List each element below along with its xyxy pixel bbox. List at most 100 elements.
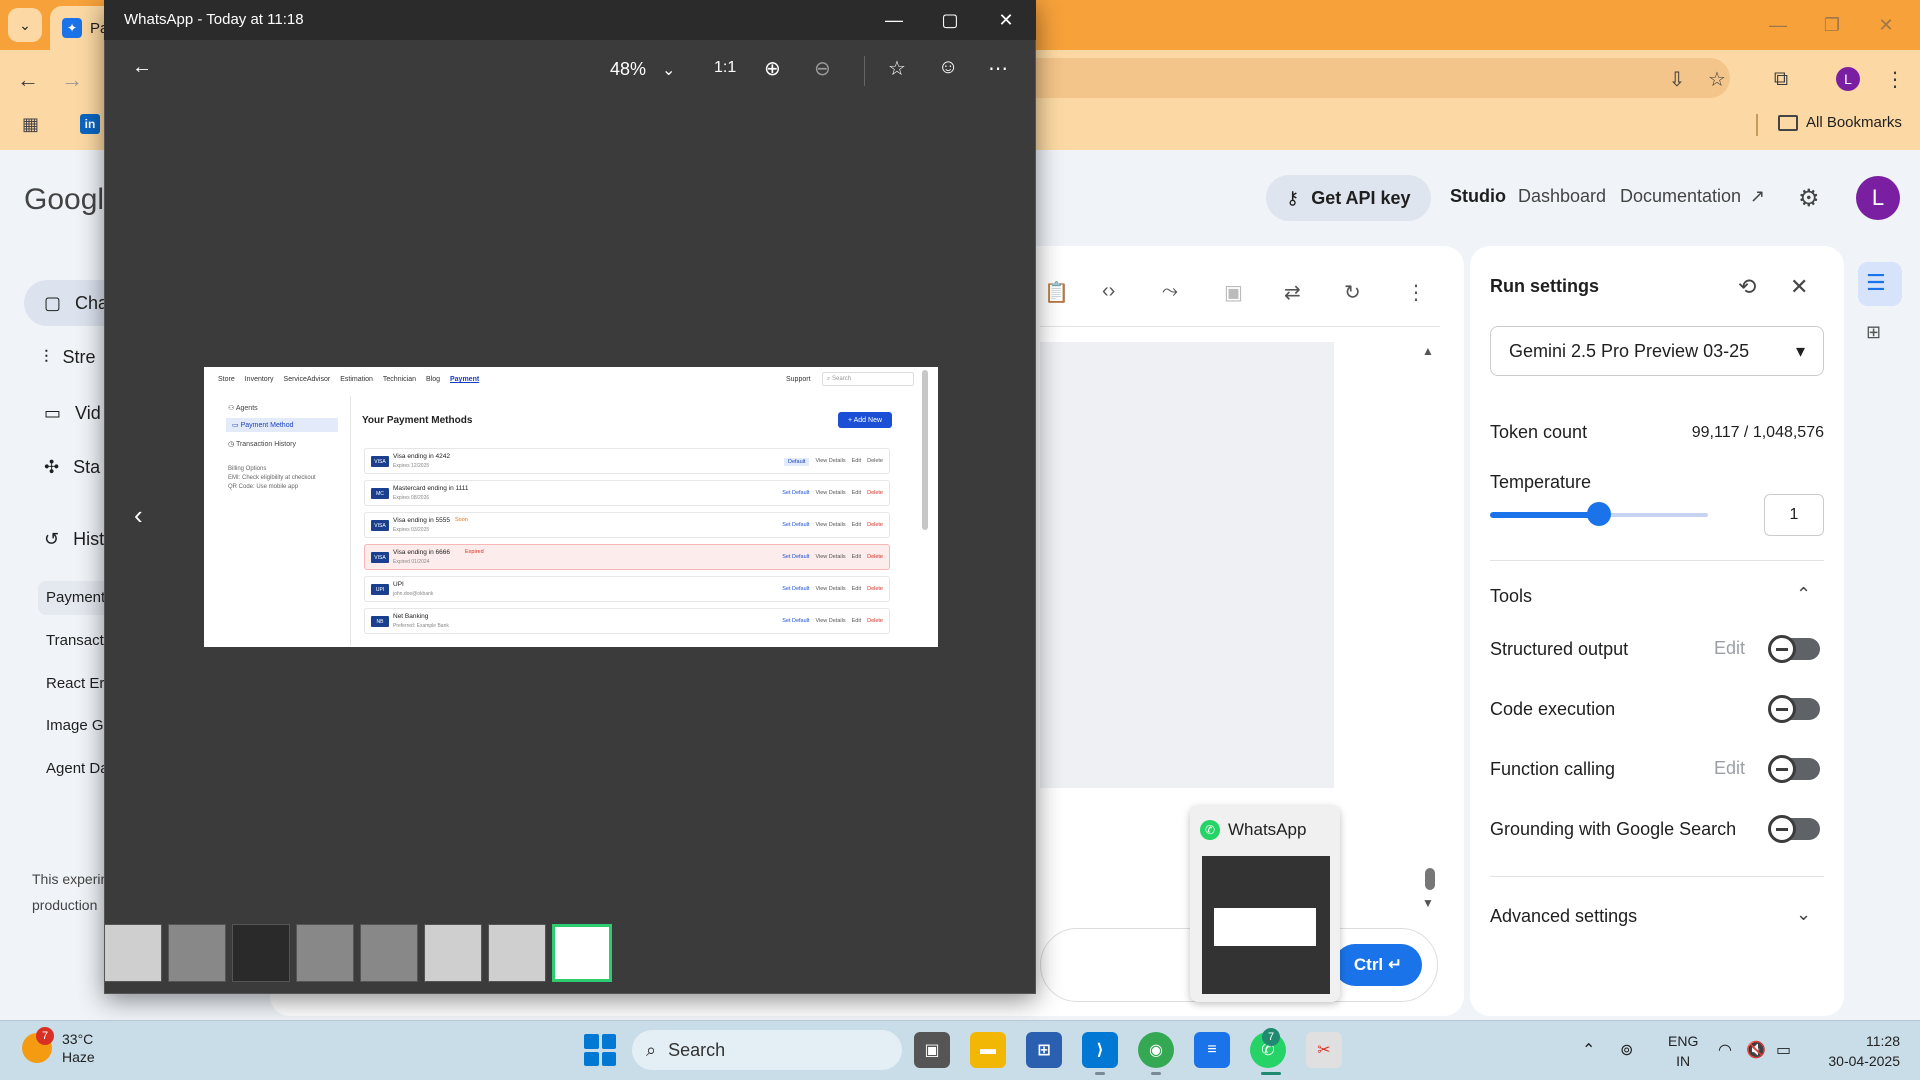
refresh-icon[interactable]: ↻ <box>1344 280 1361 305</box>
notepad-icon[interactable]: ≡ <box>1194 1032 1230 1068</box>
vscode-running-indicator <box>1095 1072 1105 1075</box>
close-icon[interactable]: ✕ <box>1790 274 1808 300</box>
more-menu-icon[interactable]: ⋮ <box>1880 64 1910 94</box>
apps-grid-icon[interactable]: ▦ <box>22 114 39 135</box>
sidebar-item-stream[interactable]: ⫶ Stre <box>44 334 96 380</box>
gear-icon[interactable]: ⚙ <box>1798 184 1820 213</box>
compare-layout-icon[interactable]: ⊞ <box>1866 322 1881 343</box>
share-icon[interactable]: ⤳ <box>1162 280 1178 303</box>
chrome-icon[interactable]: ◉ <box>1138 1032 1174 1068</box>
film-thumbnail[interactable] <box>360 924 418 982</box>
scroll-down-arrow-icon[interactable]: ▼ <box>1422 896 1434 910</box>
function-calling-edit-button[interactable]: Edit <box>1714 758 1745 779</box>
all-bookmarks-button[interactable]: All Bookmarks <box>1778 114 1902 131</box>
tab-search-button[interactable]: ⌄ <box>8 8 42 42</box>
compare-icon[interactable]: ⇄ <box>1284 280 1301 305</box>
card-name: Mastercard ending in 1111 <box>393 485 469 492</box>
code-icon[interactable]: ‹› <box>1102 280 1115 303</box>
zoom-out-icon[interactable]: ⊖ <box>814 56 831 81</box>
film-thumbnail[interactable] <box>168 924 226 982</box>
grounding-toggle[interactable] <box>1768 815 1820 843</box>
network-status-icon[interactable]: ⊚ <box>1620 1040 1633 1060</box>
weather-widget[interactable]: 7 33°C Haze <box>22 1027 95 1066</box>
viewer-close-button[interactable]: ✕ <box>986 6 1026 34</box>
nav-documentation[interactable]: Documentation <box>1620 186 1741 207</box>
google-logo[interactable]: Googl <box>24 183 104 217</box>
film-thumbnail[interactable] <box>488 924 546 982</box>
viewer-more-icon[interactable]: ⋯ <box>988 56 1008 81</box>
language-indicator[interactable]: ENG IN <box>1668 1031 1698 1071</box>
profile-avatar[interactable]: L <box>1836 67 1860 91</box>
function-calling-toggle[interactable] <box>1768 755 1820 783</box>
temperature-slider-fill <box>1490 512 1598 518</box>
nav-dashboard[interactable]: Dashboard <box>1518 186 1606 207</box>
zoom-dropdown-icon[interactable]: ⌄ <box>662 60 675 80</box>
advanced-settings-toggle[interactable]: Advanced settings <box>1490 906 1637 927</box>
history-item-transact[interactable]: Transact <box>46 632 104 649</box>
history-item-agent[interactable]: Agent Da <box>46 760 109 777</box>
history-item-image[interactable]: Image G <box>46 717 104 734</box>
user-avatar[interactable]: L <box>1856 176 1900 220</box>
sidebar-item-history[interactable]: ↺ Hist <box>44 516 104 562</box>
structured-output-toggle[interactable] <box>1768 635 1820 663</box>
model-selector[interactable]: Gemini 2.5 Pro Preview 03-25 ▾ <box>1490 326 1824 376</box>
microsoft-store-icon[interactable]: ⊞ <box>1026 1032 1062 1068</box>
wifi-icon[interactable]: ◠ <box>1718 1040 1732 1060</box>
close-button[interactable]: ✕ <box>1866 10 1906 40</box>
scroll-up-arrow-icon[interactable]: ▲ <box>1422 344 1434 358</box>
taskbar-search[interactable]: ⌕ Search <box>632 1030 902 1070</box>
clipboard-icon[interactable]: 📋 <box>1044 280 1069 305</box>
viewer-minimize-button[interactable]: — <box>874 6 914 34</box>
snipping-tool-icon[interactable]: ✂ <box>1306 1032 1342 1068</box>
viewer-back-icon[interactable]: ← <box>132 56 152 79</box>
extensions-icon[interactable]: ⧉ <box>1766 64 1796 94</box>
viewer-maximize-button[interactable]: ▢ <box>930 6 970 34</box>
vscode-icon[interactable]: ⟩ <box>1082 1032 1118 1068</box>
tune-icon[interactable]: ☰ <box>1866 270 1886 296</box>
favorite-star-icon[interactable]: ☆ <box>888 56 906 81</box>
film-thumbnail[interactable] <box>104 924 162 982</box>
whatsapp-preview-thumbnail-content <box>1214 908 1316 946</box>
temperature-input[interactable]: 1 <box>1764 494 1824 536</box>
reset-settings-icon[interactable]: ⟲ <box>1738 274 1756 300</box>
code-execution-toggle[interactable] <box>1768 695 1820 723</box>
film-thumbnail-selected[interactable] <box>552 924 612 982</box>
film-thumbnail[interactable] <box>232 924 290 982</box>
install-app-icon[interactable]: ⇩ <box>1662 64 1692 94</box>
minimize-button[interactable]: — <box>1758 10 1798 40</box>
sidebar-item-starter-apps[interactable]: ✣ Sta <box>44 444 100 490</box>
previous-image-icon[interactable]: ‹ <box>134 500 143 531</box>
get-api-key-button[interactable]: ⚷ Get API key <box>1266 175 1431 221</box>
linkedin-bookmark-icon[interactable]: in <box>80 114 100 134</box>
run-button[interactable]: Ctrl ↵ <box>1334 944 1422 986</box>
start-button[interactable] <box>584 1034 616 1066</box>
film-thumbnail[interactable] <box>296 924 354 982</box>
structured-output-edit-button[interactable]: Edit <box>1714 638 1745 659</box>
film-thumbnail[interactable] <box>424 924 482 982</box>
tools-label[interactable]: Tools <box>1490 586 1532 607</box>
show-hidden-icons-icon[interactable]: ⌃ <box>1582 1040 1595 1060</box>
bookmark-star-icon[interactable]: ☆ <box>1702 64 1732 94</box>
chevron-down-icon[interactable]: ⌄ <box>1796 904 1811 925</box>
temperature-slider-thumb[interactable] <box>1587 502 1611 526</box>
task-view-icon[interactable]: ▣ <box>914 1032 950 1068</box>
maximize-button[interactable]: ❐ <box>1812 10 1852 40</box>
inner-billing-title: Billing Options <box>228 466 267 472</box>
emoji-icon[interactable]: ☺ <box>938 56 958 79</box>
history-item-react[interactable]: React Er <box>46 675 104 692</box>
chat-scrollbar[interactable] <box>1425 868 1435 890</box>
sidebar-item-video[interactable]: ▭ Vid <box>44 390 101 436</box>
forward-button[interactable]: → <box>56 64 88 96</box>
chevron-up-icon[interactable]: ⌃ <box>1796 584 1811 605</box>
volume-muted-icon[interactable]: 🔇 <box>1746 1040 1766 1060</box>
file-explorer-icon[interactable]: ▬ <box>970 1032 1006 1068</box>
system-clock[interactable]: 11:28 30-04-2025 <box>1818 1031 1900 1071</box>
zoom-level[interactable]: 48% <box>610 59 646 80</box>
back-button[interactable]: ← <box>12 64 44 96</box>
zoom-in-icon[interactable]: ⊕ <box>764 56 781 81</box>
nav-studio[interactable]: Studio <box>1450 186 1506 207</box>
save-icon[interactable]: ▣ <box>1224 280 1243 305</box>
more-options-icon[interactable]: ⋮ <box>1406 280 1426 305</box>
actual-size-icon[interactable]: 1:1 <box>714 59 736 77</box>
battery-icon[interactable]: ▭ <box>1776 1040 1791 1060</box>
